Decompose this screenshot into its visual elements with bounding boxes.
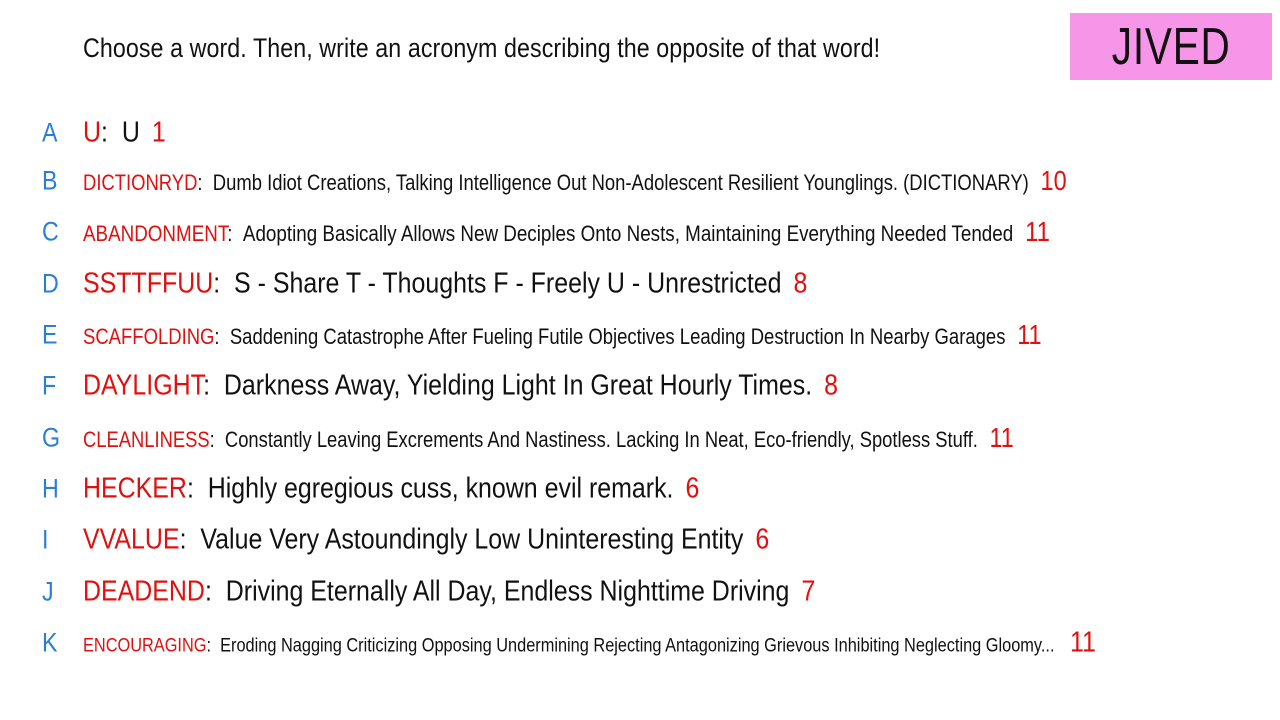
acronym-text: Saddening Catastrophe After Fueling Futi…: [229, 324, 1006, 349]
answer-row-f[interactable]: F DAYLIGHT: Darkness Away, Yielding Ligh…: [0, 366, 1280, 406]
score: 11: [1025, 216, 1051, 247]
row-letter: K: [42, 627, 58, 658]
separator: :: [101, 116, 108, 149]
entry-content: DAYLIGHT: Darkness Away, Yielding Light …: [83, 370, 838, 403]
answer-row-e[interactable]: E SCAFFOLDING: Saddening Catastrophe Aft…: [0, 315, 1280, 355]
acronym-text: Adopting Basically Allows New Deciples O…: [242, 221, 1014, 246]
score: 1: [151, 116, 166, 149]
acronym-text: Value Very Astoundingly Low Uninterestin…: [200, 523, 744, 556]
row-letter: B: [42, 165, 58, 196]
answer-word: DEADEND: [83, 575, 205, 608]
score: 10: [1040, 165, 1067, 196]
row-letter: C: [42, 216, 59, 247]
answer-word: VVALUE: [83, 523, 180, 556]
answer-row-j[interactable]: J DEADEND: Driving Eternally All Day, En…: [0, 572, 1280, 612]
answer-word: U: [83, 116, 102, 149]
row-letter: G: [42, 422, 61, 453]
entry-content: DICTIONRYD: Dumb Idiot Creations, Talkin…: [83, 165, 1067, 197]
entry-content: SCAFFOLDING: Saddening Catastrophe After…: [83, 319, 1042, 351]
separator: :: [214, 324, 220, 349]
separator: :: [213, 267, 221, 300]
answer-row-c[interactable]: C ABANDONMENT: Adopting Basically Allows…: [0, 212, 1280, 252]
answer-word: DAYLIGHT: [83, 369, 204, 402]
acronym-text: U: [121, 116, 140, 149]
entry-content: HECKER: Highly egregious cuss, known evi…: [83, 473, 699, 506]
answer-row-k[interactable]: K ENCOURAGING: Eroding Nagging Criticizi…: [0, 623, 1280, 663]
score: 11: [1069, 626, 1096, 659]
answer-row-d[interactable]: D SSTTFFUU: S - Share T - Thoughts F - F…: [0, 264, 1280, 304]
entry-content: ENCOURAGING: Eroding Nagging Criticizing…: [83, 627, 1096, 660]
entry-content: DEADEND: Driving Eternally All Day, Endl…: [83, 576, 815, 609]
separator: :: [203, 369, 211, 402]
separator: :: [197, 170, 203, 195]
separator: :: [227, 221, 233, 246]
separator: :: [209, 427, 215, 452]
answer-word: SCAFFOLDING: [83, 324, 215, 349]
answer-row-h[interactable]: H HECKER: Highly egregious cuss, known e…: [0, 469, 1280, 509]
acronym-text: Eroding Nagging Criticizing Opposing Und…: [220, 635, 1055, 657]
row-letter: E: [42, 319, 58, 350]
answer-word: CLEANLINESS: [83, 427, 210, 452]
entry-content: ABANDONMENT: Adopting Basically Allows N…: [83, 216, 1050, 248]
score: 6: [685, 472, 700, 505]
entry-content: CLEANLINESS: Constantly Leaving Excremen…: [83, 422, 1014, 454]
answer-word: SSTTFFUU: [83, 267, 214, 300]
score: 8: [793, 267, 808, 300]
answer-word: ENCOURAGING: [83, 635, 207, 657]
answer-row-g[interactable]: G CLEANLINESS: Constantly Leaving Excrem…: [0, 418, 1280, 458]
answer-row-b[interactable]: B DICTIONRYD: Dumb Idiot Creations, Talk…: [0, 161, 1280, 201]
entry-content: U: U1: [83, 117, 166, 150]
separator: :: [204, 575, 212, 608]
logo-text: JIVED: [1111, 17, 1231, 76]
row-letter: F: [42, 370, 57, 401]
answer-row-a[interactable]: A U: U1: [0, 113, 1280, 153]
acronym-text: Driving Eternally All Day, Endless Night…: [225, 575, 790, 608]
score: 8: [824, 369, 839, 402]
score: 6: [755, 523, 770, 556]
prompt-text: Choose a word. Then, write an acronym de…: [83, 33, 881, 63]
separator: :: [206, 635, 212, 657]
acronym-text: Constantly Leaving Excrements And Nastin…: [224, 427, 978, 452]
row-letter: D: [42, 268, 59, 299]
entry-content: SSTTFFUU: S - Share T - Thoughts F - Fre…: [83, 268, 807, 301]
entry-content: VVALUE: Value Very Astoundingly Low Unin…: [83, 524, 769, 557]
row-letter: H: [42, 473, 59, 504]
acronym-text: Darkness Away, Yielding Light In Great H…: [223, 369, 813, 402]
acronym-text: Dumb Idiot Creations, Talking Intelligen…: [212, 170, 1029, 195]
answer-word: ABANDONMENT: [83, 221, 228, 246]
row-letter: J: [42, 576, 54, 607]
separator: :: [179, 523, 187, 556]
answer-word: DICTIONRYD: [83, 170, 198, 195]
acronym-text: S - Share T - Thoughts F - Freely U - Un…: [234, 267, 782, 300]
answer-row-i[interactable]: I VVALUE: Value Very Astoundingly Low Un…: [0, 520, 1280, 560]
acronym-text: Highly egregious cuss, known evil remark…: [207, 472, 674, 505]
separator: :: [186, 472, 194, 505]
score: 11: [1017, 319, 1042, 350]
score: 11: [989, 422, 1014, 453]
answer-word: HECKER: [83, 472, 187, 505]
logo-badge: JIVED: [1070, 13, 1272, 80]
row-letter: I: [42, 524, 49, 555]
score: 7: [801, 575, 816, 608]
row-letter: A: [42, 117, 58, 148]
